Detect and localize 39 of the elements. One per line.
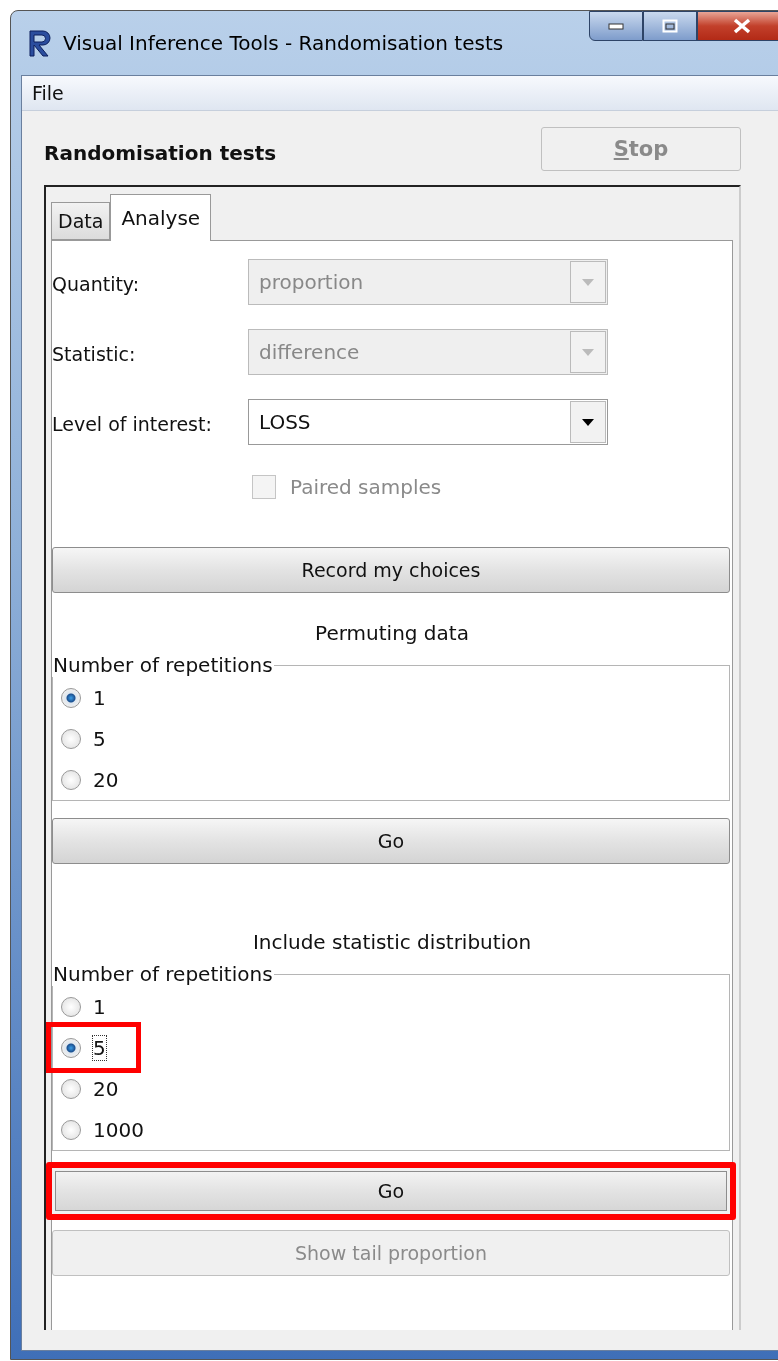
- radio-option[interactable]: 5: [51, 1027, 136, 1068]
- go-button[interactable]: Go: [46, 1162, 736, 1220]
- close-icon: [732, 18, 752, 34]
- group-label: Number of repetitions: [52, 962, 274, 986]
- radio-option[interactable]: 20: [59, 759, 149, 800]
- radio-option[interactable]: 5: [59, 718, 136, 759]
- radio-button[interactable]: [61, 996, 81, 1017]
- caret-icon: [582, 348, 594, 356]
- section-title: Permuting data: [314, 620, 470, 647]
- close-button[interactable]: [697, 11, 778, 41]
- radio-button[interactable]: [61, 687, 81, 708]
- dropdown[interactable]: LOSS: [248, 399, 608, 445]
- maximize-icon: [662, 19, 678, 33]
- tab[interactable]: Data: [51, 202, 111, 240]
- section-title: Include statistic distribution: [251, 929, 533, 956]
- radio-option[interactable]: 1000: [59, 1109, 174, 1150]
- radio-button[interactable]: [61, 1037, 81, 1058]
- panel-heading: Randomisation tests: [44, 141, 277, 165]
- radio-button[interactable]: [61, 728, 81, 749]
- radio-button[interactable]: [61, 769, 81, 790]
- go-button[interactable]: Go: [52, 818, 730, 864]
- caret-icon: [582, 418, 594, 426]
- minimize-button[interactable]: [589, 11, 643, 41]
- tab[interactable]: Analyse: [110, 194, 212, 241]
- window-title: Visual Inference Tools - Randomisation tests: [63, 31, 504, 55]
- field-label: Quantity:: [52, 273, 141, 295]
- field-label: Level of interest:: [52, 413, 213, 435]
- radio-option[interactable]: 1: [59, 677, 136, 718]
- menu-item[interactable]: File: [32, 82, 64, 104]
- field-label: Statistic:: [52, 343, 137, 365]
- group-label: Number of repetitions: [52, 653, 274, 677]
- radio-option[interactable]: 1: [59, 986, 136, 1027]
- caret-icon: [582, 278, 594, 286]
- radio-option[interactable]: 20: [59, 1068, 149, 1109]
- maximize-button[interactable]: [643, 11, 697, 41]
- record-button[interactable]: Record my choices: [52, 547, 730, 593]
- radio-button[interactable]: [61, 1078, 81, 1099]
- minimize-icon: [608, 22, 624, 30]
- radio-button[interactable]: [61, 1119, 81, 1140]
